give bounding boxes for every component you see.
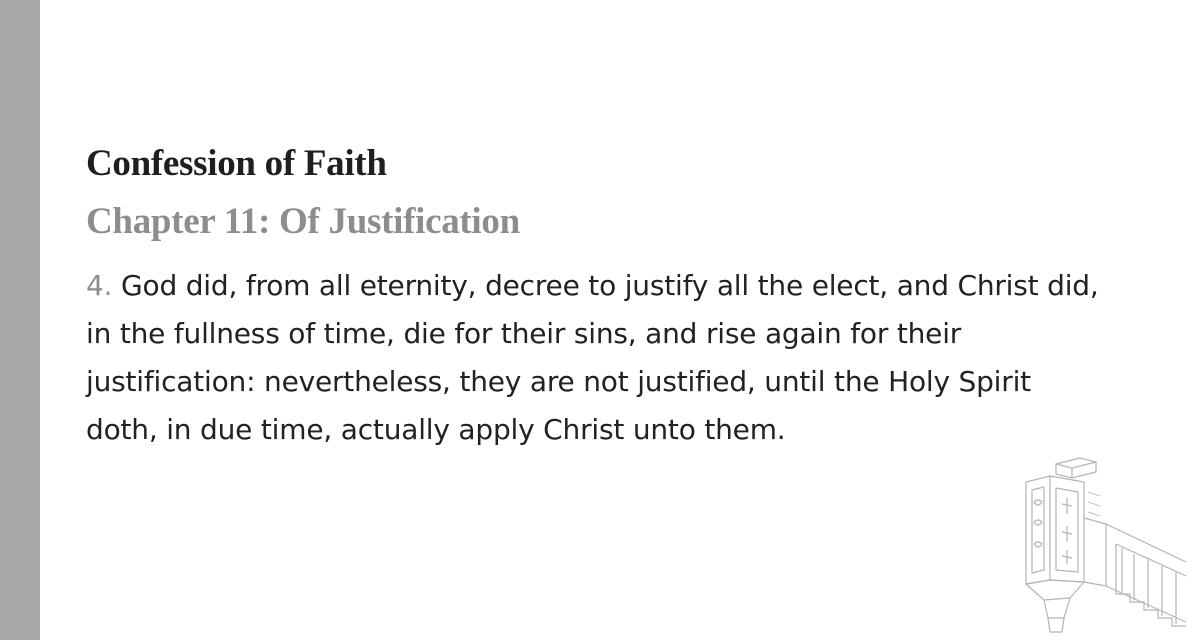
confession-content: Confession of Faith Chapter 11: Of Justi… bbox=[86, 140, 1106, 454]
section-number: 4. bbox=[86, 269, 113, 302]
document-title: Confession of Faith bbox=[86, 143, 387, 184]
left-sidebar-strip bbox=[0, 0, 40, 640]
chapter-title: Chapter 11: Of Justification bbox=[86, 201, 520, 242]
section-paragraph: 4. God did, from all eternity, decree to… bbox=[86, 262, 1106, 454]
section-text: God did, from all eternity, decree to ju… bbox=[86, 269, 1099, 446]
pulpit-icon bbox=[1025, 457, 1187, 633]
